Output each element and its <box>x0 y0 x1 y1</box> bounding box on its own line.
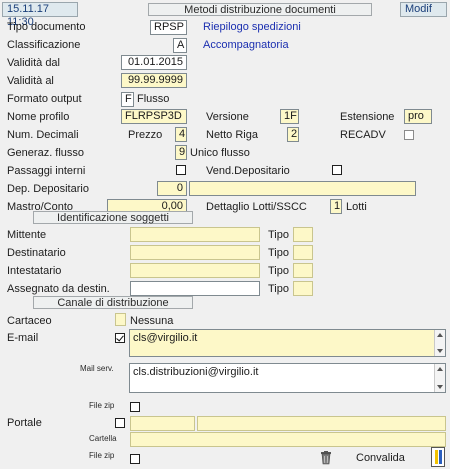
versione-label: Versione <box>206 111 249 123</box>
tipo-documento-desc: Riepilogo spedizioni <box>203 21 301 33</box>
validita-al-field[interactable]: 99.99.9999 <box>121 73 187 88</box>
destinatario-label: Destinatario <box>7 247 66 259</box>
versione-field[interactable]: 1F <box>280 109 299 124</box>
dep-depositario-field[interactable]: 0 <box>157 181 187 196</box>
mail-serv-value: cls.distribuzioni@virgilio.it <box>133 366 259 378</box>
portale-label: Portale <box>7 417 42 429</box>
classificazione-desc: Accompagnatoria <box>203 39 289 51</box>
estensione-field[interactable]: pro <box>404 109 432 124</box>
datetime-display: 15.11.17 11:30 <box>2 2 78 28</box>
assegnato-label: Assegnato da destin. <box>7 283 110 295</box>
formato-output-field[interactable]: F <box>121 92 134 107</box>
section-canale-distribuzione: Canale di distribuzione <box>33 296 193 309</box>
prezzo-label: Prezzo <box>128 129 163 141</box>
nome-profilo-label: Nome profilo <box>7 111 70 123</box>
intestatario-label: Intestatario <box>7 265 62 277</box>
email-label: E-mail <box>7 332 39 344</box>
column-view-icon[interactable] <box>431 447 445 467</box>
assegnato-tipo-field[interactable] <box>293 281 313 296</box>
netto-riga-label: Netto Riga <box>206 129 258 141</box>
classificazione-label: Classificazione <box>7 39 81 51</box>
mittente-field[interactable] <box>130 227 260 242</box>
assegnato-tipo-label: Tipo <box>268 283 289 295</box>
file-zip-2-checkbox[interactable] <box>130 454 140 464</box>
tipo-documento-field[interactable]: RPSP <box>150 20 187 35</box>
prezzo-field[interactable]: 4 <box>175 127 187 142</box>
intestatario-field[interactable] <box>130 263 260 278</box>
passaggi-interni-checkbox[interactable] <box>176 165 186 175</box>
window-title: Metodi distribuzione documenti <box>148 3 372 16</box>
generaz-flusso-label: Generaz. flusso <box>7 147 85 159</box>
formato-output-label: Formato output <box>7 93 82 105</box>
mode-indicator: Modif <box>400 2 447 17</box>
dep-depositario-label: Dep. Depositario <box>7 183 89 195</box>
mail-serv-label: Mail serv. <box>80 364 114 373</box>
portale-checkbox[interactable] <box>115 418 125 428</box>
trash-icon[interactable] <box>320 451 332 465</box>
convalida-label[interactable]: Convalida <box>356 451 405 465</box>
mail-serv-scrollbar[interactable] <box>434 364 445 392</box>
email-value: cls@virgilio.it <box>133 332 198 344</box>
dep-depositario-desc-field[interactable] <box>189 181 416 196</box>
vend-depositario-label: Vend.Depositario <box>206 165 290 177</box>
file-zip-1-label: File zip <box>89 401 115 410</box>
intestatario-tipo-field[interactable] <box>293 263 313 278</box>
validita-al-label: Validità al <box>7 75 54 87</box>
assegnato-field[interactable] <box>130 281 260 296</box>
file-zip-2-label: File zip <box>89 451 115 460</box>
mittente-label: Mittente <box>7 229 47 241</box>
cartaceo-label: Cartaceo <box>7 315 52 327</box>
netto-riga-field[interactable]: 2 <box>287 127 299 142</box>
dettaglio-lotti-desc: Lotti <box>346 201 367 213</box>
nome-profilo-field[interactable]: FLRPSP3D <box>121 109 187 124</box>
num-decimali-label: Num. Decimali <box>7 129 79 141</box>
file-zip-1-checkbox[interactable] <box>130 402 140 412</box>
passaggi-interni-label: Passaggi interni <box>7 165 86 177</box>
validita-dal-field[interactable]: 01.01.2015 <box>121 55 187 70</box>
cartella-label: Cartella <box>89 434 117 443</box>
dettaglio-lotti-field[interactable]: 1 <box>330 199 342 214</box>
email-scrollbar[interactable] <box>434 330 445 356</box>
formato-output-desc: Flusso <box>137 93 170 105</box>
classificazione-field[interactable]: A <box>173 38 187 53</box>
cartella-field[interactable] <box>130 432 446 447</box>
destinatario-tipo-label: Tipo <box>268 247 289 259</box>
scroll-down-icon[interactable] <box>437 349 443 353</box>
section-identificazione-soggetti: Identificazione soggetti <box>33 211 193 224</box>
email-textarea[interactable]: cls@virgilio.it <box>129 329 446 357</box>
mittente-tipo-field[interactable] <box>293 227 313 242</box>
destinatario-field[interactable] <box>130 245 260 260</box>
tipo-documento-label: Tipo documento <box>7 21 86 33</box>
recadv-checkbox[interactable] <box>404 130 414 140</box>
scroll-up-icon[interactable] <box>437 333 443 337</box>
mittente-tipo-label: Tipo <box>268 229 289 241</box>
dettaglio-lotti-label: Dettaglio Lotti/SSCC <box>206 201 307 213</box>
estensione-label: Estensione <box>340 111 395 123</box>
mail-serv-textarea[interactable]: cls.distribuzioni@virgilio.it <box>129 363 446 393</box>
scroll-down-icon[interactable] <box>437 385 443 389</box>
cartaceo-field[interactable] <box>115 313 126 326</box>
cartaceo-desc: Nessuna <box>130 315 174 327</box>
portale-field-2[interactable] <box>197 416 446 431</box>
recadv-label: RECADV <box>340 129 386 141</box>
intestatario-tipo-label: Tipo <box>268 265 289 277</box>
generaz-flusso-desc: Unico flusso <box>190 147 250 159</box>
scroll-up-icon[interactable] <box>437 367 443 371</box>
destinatario-tipo-field[interactable] <box>293 245 313 260</box>
validita-dal-label: Validità dal <box>7 57 60 69</box>
generaz-flusso-field[interactable]: 9 <box>175 145 187 160</box>
email-checkbox[interactable] <box>115 333 125 343</box>
vend-depositario-checkbox[interactable] <box>332 165 342 175</box>
portale-field-1[interactable] <box>130 416 195 431</box>
